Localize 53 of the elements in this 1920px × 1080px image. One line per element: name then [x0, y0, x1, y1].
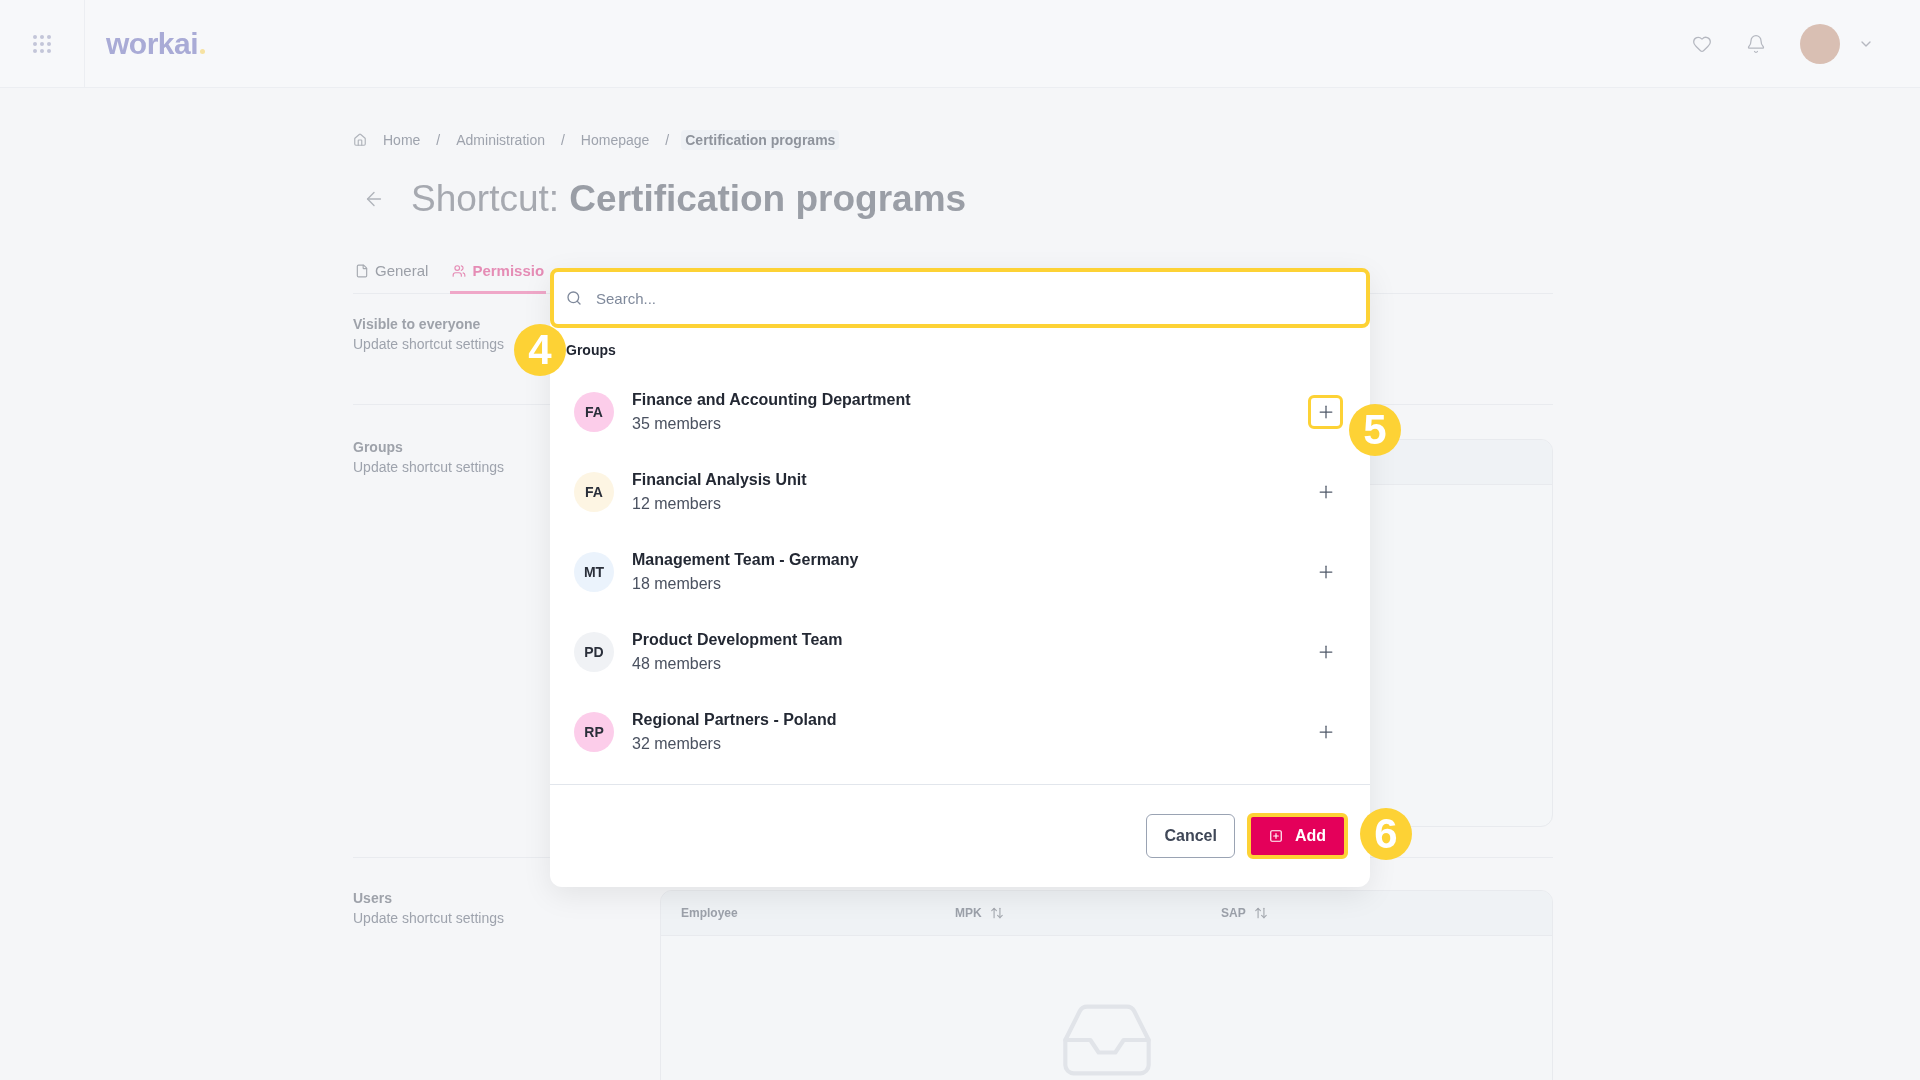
apps-grid-icon[interactable] — [32, 33, 52, 54]
group-name: Financial Analysis Unit — [632, 471, 807, 489]
group-name: Product Development Team — [632, 631, 843, 649]
group-initials-avatar: PD — [574, 632, 614, 672]
breadcrumb-separator: / — [665, 132, 670, 148]
group-name: Regional Partners - Poland — [632, 711, 837, 729]
add-button[interactable]: Add — [1246, 813, 1348, 859]
callout-badge: 5 — [1349, 404, 1401, 456]
user-avatar[interactable] — [1800, 23, 1840, 64]
logo[interactable]: workai — [106, 26, 199, 61]
section-title: Users — [353, 890, 392, 906]
group-initials-avatar: FA — [574, 472, 614, 512]
sort-arrows-icon[interactable] — [1253, 906, 1268, 920]
group-name: Finance and Accounting Department — [632, 391, 911, 409]
breadcrumb-separator: / — [560, 132, 565, 148]
tab[interactable]: General — [353, 254, 431, 294]
bell-icon[interactable] — [1746, 33, 1766, 54]
member-count: 48 members — [632, 655, 722, 673]
section-subtitle: Update shortcut settings — [353, 459, 504, 475]
search-field[interactable]: Search... — [550, 268, 1370, 328]
column-header: Employee — [681, 906, 738, 920]
search-icon — [566, 290, 582, 306]
member-count: 12 members — [632, 495, 722, 513]
section-title: Visible to everyone — [353, 316, 481, 332]
column-header[interactable]: MPK — [955, 906, 982, 920]
column-header[interactable]: SAP — [1221, 906, 1246, 920]
section-title: Groups — [353, 439, 403, 455]
callout-badge: 6 — [1360, 808, 1412, 860]
page-title: Shortcut: Certification programs — [411, 178, 967, 220]
group-initials-avatar: MT — [574, 552, 614, 592]
square-plus-icon — [1268, 829, 1283, 843]
cancel-button[interactable]: Cancel — [1146, 814, 1235, 858]
callout-badge: 4 — [514, 324, 566, 376]
member-count: 18 members — [632, 575, 722, 593]
add-group-button[interactable] — [1308, 395, 1343, 429]
member-count: 35 members — [632, 415, 722, 433]
group-initials-avatar: FA — [574, 392, 614, 432]
groups-heading: Groups — [566, 342, 616, 358]
breadcrumb-link[interactable]: Homepage — [576, 130, 654, 150]
member-count: 32 members — [632, 735, 722, 753]
group-name: Management Team - Germany — [632, 551, 859, 569]
file-icon — [355, 263, 369, 278]
breadcrumb-separator: / — [436, 132, 441, 148]
section-subtitle: Update shortcut settings — [353, 910, 504, 926]
group-initials-avatar: RP — [574, 712, 614, 752]
tab[interactable]: Permissio — [450, 254, 547, 294]
home-icon[interactable] — [353, 133, 367, 147]
section-subtitle: Update shortcut settings — [353, 336, 504, 352]
breadcrumb-link[interactable]: Home — [379, 130, 425, 150]
sort-arrows-icon[interactable] — [989, 906, 1004, 920]
people-icon — [452, 263, 467, 278]
breadcrumb-link[interactable]: Administration — [452, 130, 549, 150]
breadcrumb-link[interactable]: Certification programs — [681, 130, 840, 150]
